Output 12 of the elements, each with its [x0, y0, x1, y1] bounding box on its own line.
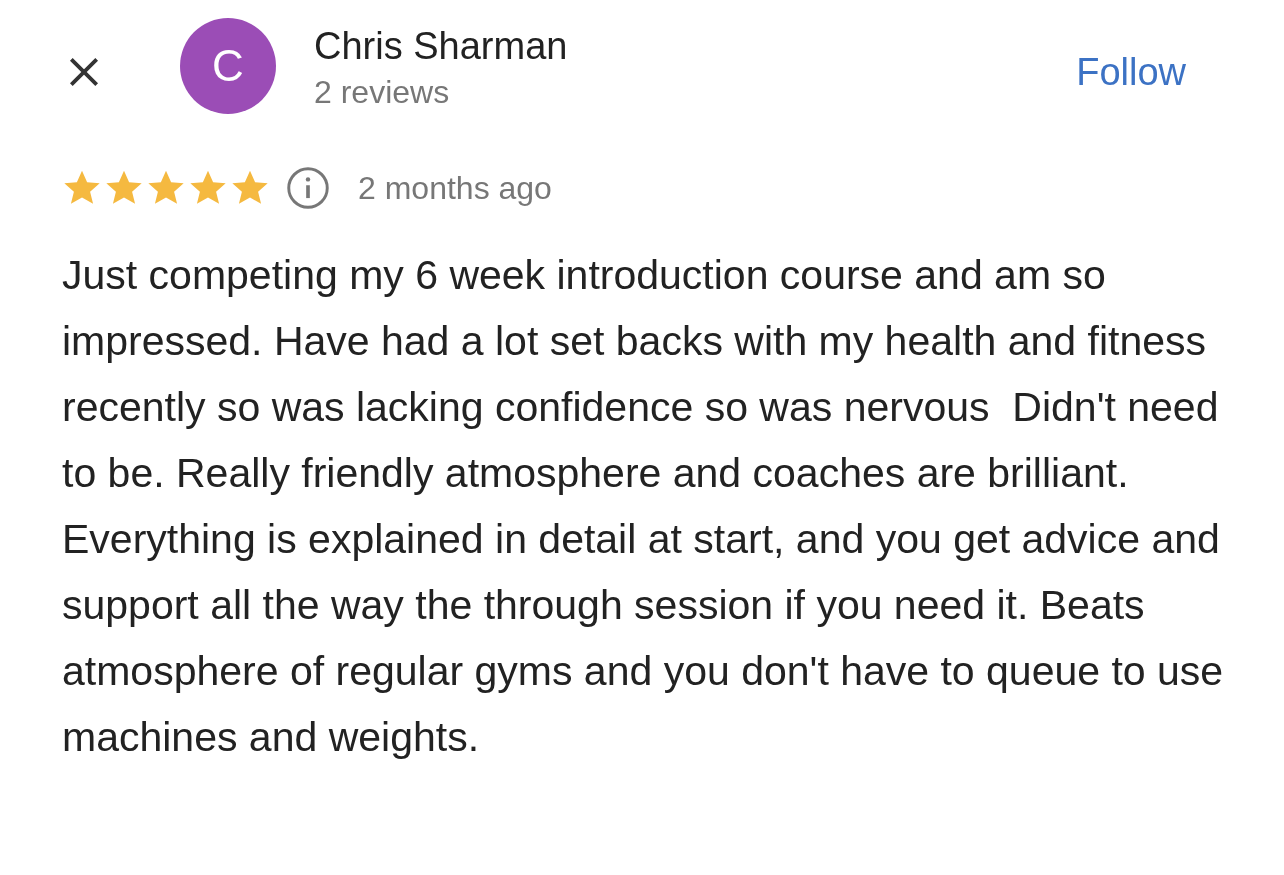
star-icon [146, 169, 186, 207]
review-count: 2 reviews [314, 73, 451, 112]
star-icon [62, 169, 102, 207]
star-icon [230, 169, 270, 207]
star-icon [104, 169, 144, 207]
review-time: 2 months ago [358, 169, 552, 208]
star-icon [188, 169, 228, 207]
reviewer-name: Chris Sharman [314, 24, 568, 69]
info-icon[interactable] [286, 166, 330, 210]
follow-button[interactable]: Follow [1076, 44, 1186, 101]
avatar: C [180, 18, 276, 114]
review-text: Just competing my 6 week introduction course and am so impressed. Have had a lot set backs with my health and fitness recently so was lacking confidence so was nervous Didn't need to be. Really friendly atmosphere and coaches are brilliant. Everything is explained in detail at start, and you get advice and support all the way the through session if you need it. Beats atmosphere of regular gyms and you don't have to queue to use machines and weights. [61, 251, 1225, 762]
